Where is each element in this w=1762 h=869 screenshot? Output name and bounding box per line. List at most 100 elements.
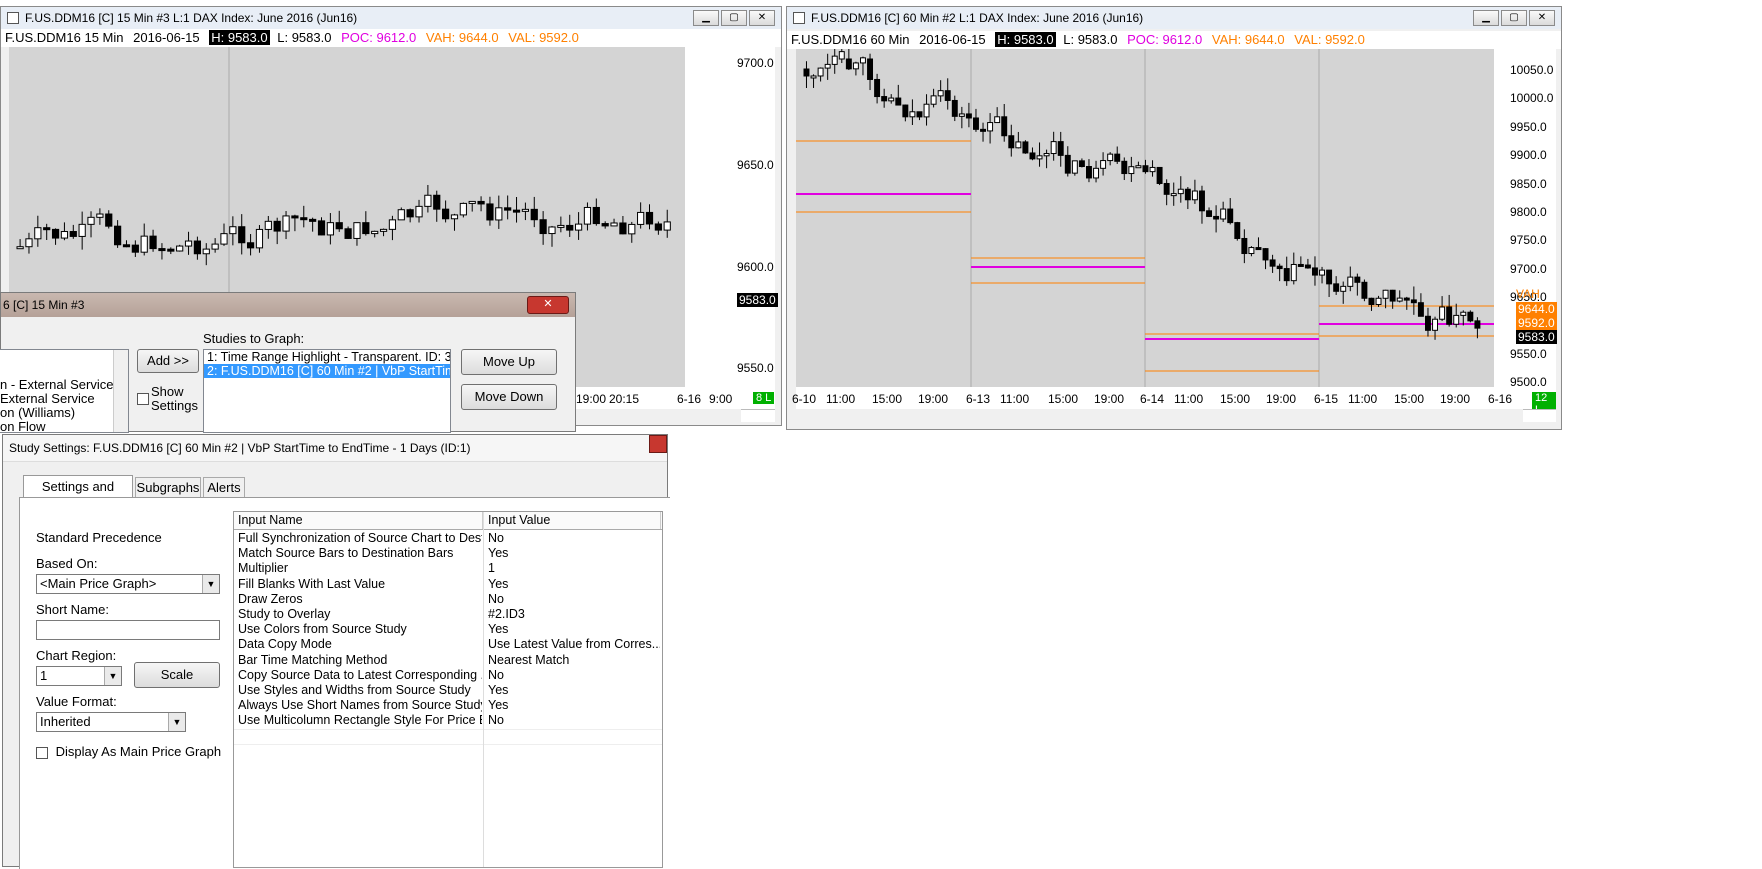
candlestick (353, 222, 361, 246)
candlestick (654, 221, 662, 235)
table-row[interactable]: Use Multicolumn Rectangle Style For Pric… (234, 713, 662, 728)
x-tick-label: 15:00 (1220, 392, 1251, 406)
candlestick (1064, 146, 1071, 177)
table-row[interactable]: Match Source Bars to Destination Bars Yes (234, 546, 662, 561)
right-time-axis[interactable]: 6-10 11:00 15:00 19:00 6-13 11:00 15:00 19:00 6-… (792, 387, 1556, 416)
scale-button[interactable]: Scale (134, 662, 220, 688)
chevron-down-icon[interactable]: ▼ (168, 713, 185, 731)
close-icon[interactable]: ✕ (749, 10, 775, 26)
study-settings-titlebar[interactable]: Study Settings: F.US.DDM16 [C] 60 Min #2… (3, 435, 667, 462)
candlestick (1227, 198, 1234, 225)
chart-region-select[interactable]: 1 ▼ (36, 666, 122, 686)
minimize-icon[interactable]: ▁ (1473, 10, 1499, 26)
table-row[interactable]: Copy Source Data to Latest Corresponding… (234, 668, 662, 683)
list-item-selected[interactable]: 2: F.US.DDM16 [C] 60 Min #2 | VbP StartT… (204, 364, 450, 378)
candlestick (246, 234, 255, 256)
tab-alerts[interactable]: Alerts (203, 477, 245, 498)
input-value-cell[interactable]: Yes (488, 622, 660, 637)
move-up-button[interactable]: Move Up (461, 349, 557, 375)
input-value-cell[interactable]: No (488, 668, 660, 683)
add-study-button[interactable]: Add >> (137, 349, 199, 373)
table-row[interactable]: Draw Zeros No (234, 592, 662, 607)
candlestick (1015, 131, 1022, 149)
input-value-cell[interactable]: Yes (488, 577, 660, 592)
chart-region-label: Chart Region: (36, 648, 117, 663)
left-chart-scrollbar[interactable] (741, 409, 775, 422)
candlestick (1001, 104, 1008, 142)
table-row[interactable]: Multiplier 1 (234, 561, 662, 576)
left-chart-titlebar[interactable]: F.US.DDM16 [C] 15 Min #3 L:1 DAX Index: … (1, 7, 781, 29)
display-main-label: Display As Main Price Graph (55, 744, 222, 759)
table-row[interactable]: Use Styles and Widths from Source Study Y… (234, 683, 662, 698)
candlestick (645, 204, 654, 230)
table-row[interactable]: Fill Blanks With Last Value Yes (234, 577, 662, 592)
input-value-cell[interactable]: No (488, 531, 660, 546)
table-row[interactable]: Always Use Short Names from Source Study… (234, 698, 662, 713)
list-item[interactable]: on Flow (0, 420, 113, 433)
left-price-axis[interactable]: 9700.0 9650.0 9600.0 9550.0 9583.0 (685, 47, 778, 387)
list-scrollbar[interactable] (113, 350, 128, 432)
maximize-icon[interactable]: ▢ (721, 10, 747, 26)
column-header-input-value[interactable]: Input Value (488, 512, 661, 529)
candlestick (601, 221, 609, 229)
table-row[interactable]: Data Copy Mode Use Latest Value from Corr… (234, 637, 662, 652)
candlestick (619, 215, 627, 235)
input-value-cell[interactable]: 1 (488, 561, 660, 576)
list-item[interactable]: External Service (0, 392, 113, 406)
candlestick (628, 221, 636, 243)
column-header-input-name[interactable]: Input Name (238, 512, 483, 529)
available-studies-list[interactable]: n - External Service External Service on… (0, 349, 129, 433)
input-value-cell[interactable]: Nearest Match (488, 653, 660, 668)
candlestick (1333, 276, 1340, 295)
input-value-cell[interactable]: Yes (488, 683, 660, 698)
close-icon[interactable]: ✕ (1529, 10, 1555, 26)
list-item[interactable]: 1: Time Range Highlight - Transparent. I… (204, 350, 450, 364)
right-price-axis[interactable]: 10050.0 10000.0 9950.0 9900.0 9850.0 9800.0 97… (1494, 49, 1557, 389)
column-divider (483, 512, 484, 867)
input-value-cell[interactable]: Yes (488, 698, 660, 713)
tab-subgraphs[interactable]: Subgraphs (135, 477, 201, 498)
value-format-select[interactable]: Inherited ▼ (36, 712, 186, 732)
standard-precedence-label: Standard Precedence (36, 530, 162, 545)
input-value-cell[interactable]: Yes (488, 546, 660, 561)
input-value-cell[interactable]: #2.ID3 (488, 607, 660, 622)
y-tick-label: 9750.0 (1510, 233, 1547, 247)
close-icon[interactable]: ✕ (527, 296, 569, 314)
chevron-down-icon[interactable]: ▼ (104, 667, 121, 685)
table-row[interactable]: Full Synchronization of Source Chart to … (234, 531, 662, 546)
candlestick (566, 214, 574, 237)
x-tick-label: 6-16 (677, 392, 702, 406)
candlestick (831, 49, 838, 74)
table-row[interactable]: Study to Overlay #2.ID3 (234, 607, 662, 622)
chart-studies-titlebar[interactable]: 6 [C] 15 Min #3 ✕ (1, 293, 575, 317)
studies-to-graph-list[interactable]: 1: Time Range Highlight - Transparent. I… (203, 349, 451, 433)
table-row[interactable]: Bar Time Matching Method Nearest Match (234, 653, 662, 668)
checkbox-box[interactable] (36, 746, 48, 759)
display-main-checkbox[interactable]: Display As Main Price Graph (36, 744, 221, 759)
study-settings-dialog: Study Settings: F.US.DDM16 [C] 60 Min #2… (2, 434, 670, 869)
list-item[interactable]: on (Williams) (0, 406, 113, 420)
input-value-cell[interactable]: No (488, 592, 660, 607)
list-item[interactable]: n - External Service (0, 378, 113, 392)
x-tick-label: 15:00 (1048, 392, 1079, 406)
chevron-down-icon[interactable]: ▼ (202, 575, 219, 593)
input-value-cell[interactable]: Use Latest Value from Corres... (488, 637, 660, 652)
based-on-select[interactable]: <Main Price Graph> ▼ (36, 574, 220, 594)
candlestick (495, 195, 503, 229)
right-chart-plot[interactable] (796, 49, 1494, 387)
input-value-cell[interactable]: No (488, 713, 660, 728)
checkbox-box[interactable] (137, 393, 149, 405)
table-row[interactable]: Use Colors from Source Study Yes (234, 622, 662, 637)
maximize-icon[interactable]: ▢ (1501, 10, 1527, 26)
move-down-button[interactable]: Move Down (461, 384, 557, 410)
candlestick (16, 239, 24, 250)
short-name-input[interactable] (36, 620, 220, 640)
candlestick (1467, 310, 1474, 323)
close-icon[interactable] (649, 435, 667, 453)
candlestick (326, 213, 334, 245)
right-chart-scrollbar[interactable] (1523, 409, 1556, 422)
minimize-icon[interactable]: ▁ (693, 10, 719, 26)
tab-settings-and-inputs[interactable]: Settings and Inputs (23, 475, 133, 516)
x-tick-label: 19:00 (918, 392, 949, 406)
right-chart-titlebar[interactable]: F.US.DDM16 [C] 60 Min #2 L:1 DAX Index: … (787, 7, 1561, 29)
